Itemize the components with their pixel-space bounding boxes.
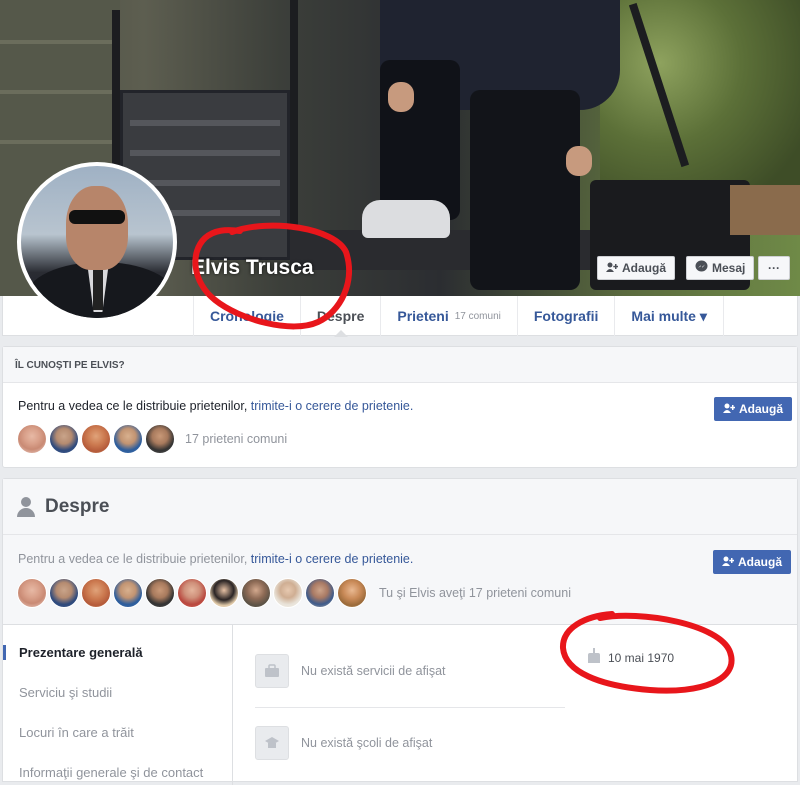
nav-places-lived[interactable]: Locuri în care a trăit <box>3 725 233 740</box>
invite-plain-text: Pentru a vedea ce le distribuie prieteni… <box>18 552 251 566</box>
friend-avatar[interactable] <box>177 578 207 608</box>
cover-wall-slat <box>0 90 120 94</box>
friend-avatar[interactable] <box>241 578 271 608</box>
school-icon <box>255 726 289 760</box>
know-card-add-button[interactable]: Adaugă <box>714 397 793 421</box>
know-card-invite: Pentru a vedea ce le distribuie prieteni… <box>18 399 413 413</box>
friend-avatar[interactable] <box>81 578 111 608</box>
person-icon <box>17 496 35 517</box>
invite-plain-text: Pentru a vedea ce le distribuie prieteni… <box>18 399 251 413</box>
cover-person-hand <box>566 146 592 176</box>
friend-avatar[interactable] <box>81 424 111 454</box>
add-label: Adaugă <box>739 402 784 416</box>
tab-label: Mai multe ▾ <box>631 307 707 324</box>
cover-rail <box>112 10 120 180</box>
cover-wall-slat <box>0 140 120 144</box>
about-side-nav: Prezentare generală Serviciu şi studii L… <box>3 625 233 785</box>
send-friend-request-link[interactable]: trimite-i o cerere de prietenie. <box>251 399 414 413</box>
about-title: Despre <box>45 495 110 517</box>
cover-person-leg <box>470 90 580 290</box>
avatar-head <box>66 186 128 270</box>
cover-person-shoe <box>362 200 450 238</box>
more-options-button[interactable]: ··· <box>758 256 790 280</box>
cover-person-hand <box>388 82 414 112</box>
tab-friends[interactable]: Prieteni 17 comuni <box>380 296 517 336</box>
tab-photos[interactable]: Fotografii <box>516 296 615 336</box>
profile-tabs: Cronologie Despre Prieteni 17 comuni Fot… <box>193 296 724 337</box>
more-options-label: ··· <box>768 261 780 275</box>
profile-name[interactable]: Elvis Trusca <box>191 256 314 280</box>
cover-ivy <box>600 0 800 210</box>
friend-avatar[interactable] <box>17 424 47 454</box>
friend-avatar[interactable] <box>17 578 47 608</box>
add-friend-button[interactable]: Adaugă <box>597 256 676 280</box>
add-friend-icon <box>606 261 619 275</box>
nav-work-education[interactable]: Serviciu şi studii <box>3 685 233 700</box>
work-info-row: Nu există servicii de afişat <box>255 641 565 701</box>
message-button[interactable]: Mesaj <box>686 256 755 280</box>
school-info-row: Nu există şcoli de afişat <box>255 713 565 773</box>
add-friend-icon <box>723 402 736 416</box>
birthday-row: 10 mai 1970 <box>588 648 675 665</box>
about-card: Despre Pentru a vedea ce le distribuie p… <box>2 478 798 785</box>
messenger-icon <box>695 260 708 276</box>
birthday-cake-icon <box>588 648 600 663</box>
cover-bench <box>730 185 800 235</box>
school-empty-text: Nu există şcoli de afişat <box>301 736 433 750</box>
tab-about[interactable]: Despre <box>299 296 380 337</box>
about-add-button[interactable]: Adaugă <box>713 550 792 574</box>
work-empty-text: Nu există servicii de afişat <box>301 664 446 678</box>
about-mutual-friends-text[interactable]: Tu şi Elvis aveţi 17 prieteni comuni <box>379 586 571 600</box>
friend-avatar[interactable] <box>145 578 175 608</box>
friend-avatar[interactable] <box>273 578 303 608</box>
about-invite-section: Pentru a vedea ce le distribuie prieteni… <box>3 535 797 625</box>
add-label: Adaugă <box>738 555 783 569</box>
cover-stair-step <box>130 120 280 126</box>
friend-avatar[interactable] <box>113 578 143 608</box>
tab-label: Despre <box>316 308 365 324</box>
add-friend-label: Adaugă <box>622 261 667 275</box>
know-card-heading: ÎL CUNOŞTI PE ELVIS? <box>3 347 797 383</box>
cover-rail <box>290 0 298 240</box>
avatar-tie <box>93 270 103 310</box>
info-divider <box>255 707 565 708</box>
nav-overview[interactable]: Prezentare generală <box>3 645 233 660</box>
birthday-date: 10 mai 1970 <box>608 651 675 665</box>
avatar-sunglasses <box>69 210 125 224</box>
friend-avatar[interactable] <box>113 424 143 454</box>
friend-avatar[interactable] <box>337 578 367 608</box>
friend-avatar[interactable] <box>145 424 175 454</box>
friend-avatar[interactable] <box>305 578 335 608</box>
send-friend-request-link[interactable]: trimite-i o cerere de prietenie. <box>251 552 414 566</box>
friend-avatar[interactable] <box>209 578 239 608</box>
add-friend-icon <box>722 555 735 569</box>
about-invite-text: Pentru a vedea ce le distribuie prieteni… <box>18 552 413 566</box>
tab-label: Fotografii <box>533 308 599 324</box>
tab-more[interactable]: Mai multe ▾ <box>614 296 724 336</box>
profile-picture[interactable] <box>17 162 177 322</box>
friend-avatar[interactable] <box>49 578 79 608</box>
cover-stair-step <box>130 150 280 156</box>
mutual-friends-count[interactable]: 17 prieteni comuni <box>185 432 287 446</box>
tab-timeline[interactable]: Cronologie <box>193 296 300 336</box>
tab-label: Cronologie <box>210 308 284 324</box>
mutual-friends-row: 17 prieteni comuni <box>17 424 287 454</box>
know-card: ÎL CUNOŞTI PE ELVIS? Pentru a vedea ce l… <box>2 346 798 468</box>
briefcase-icon <box>255 654 289 688</box>
friend-avatar[interactable] <box>49 424 79 454</box>
cover-wall-slat <box>0 40 120 44</box>
tab-friends-count: 17 comuni <box>454 310 501 322</box>
about-mutual-friends-row: Tu şi Elvis aveţi 17 prieteni comuni <box>17 578 571 608</box>
about-header: Despre <box>3 479 797 535</box>
message-label: Mesaj <box>712 261 746 275</box>
nav-contact-info[interactable]: Informaţii generale şi de contact <box>3 765 233 780</box>
tab-label: Prieteni <box>397 308 449 324</box>
